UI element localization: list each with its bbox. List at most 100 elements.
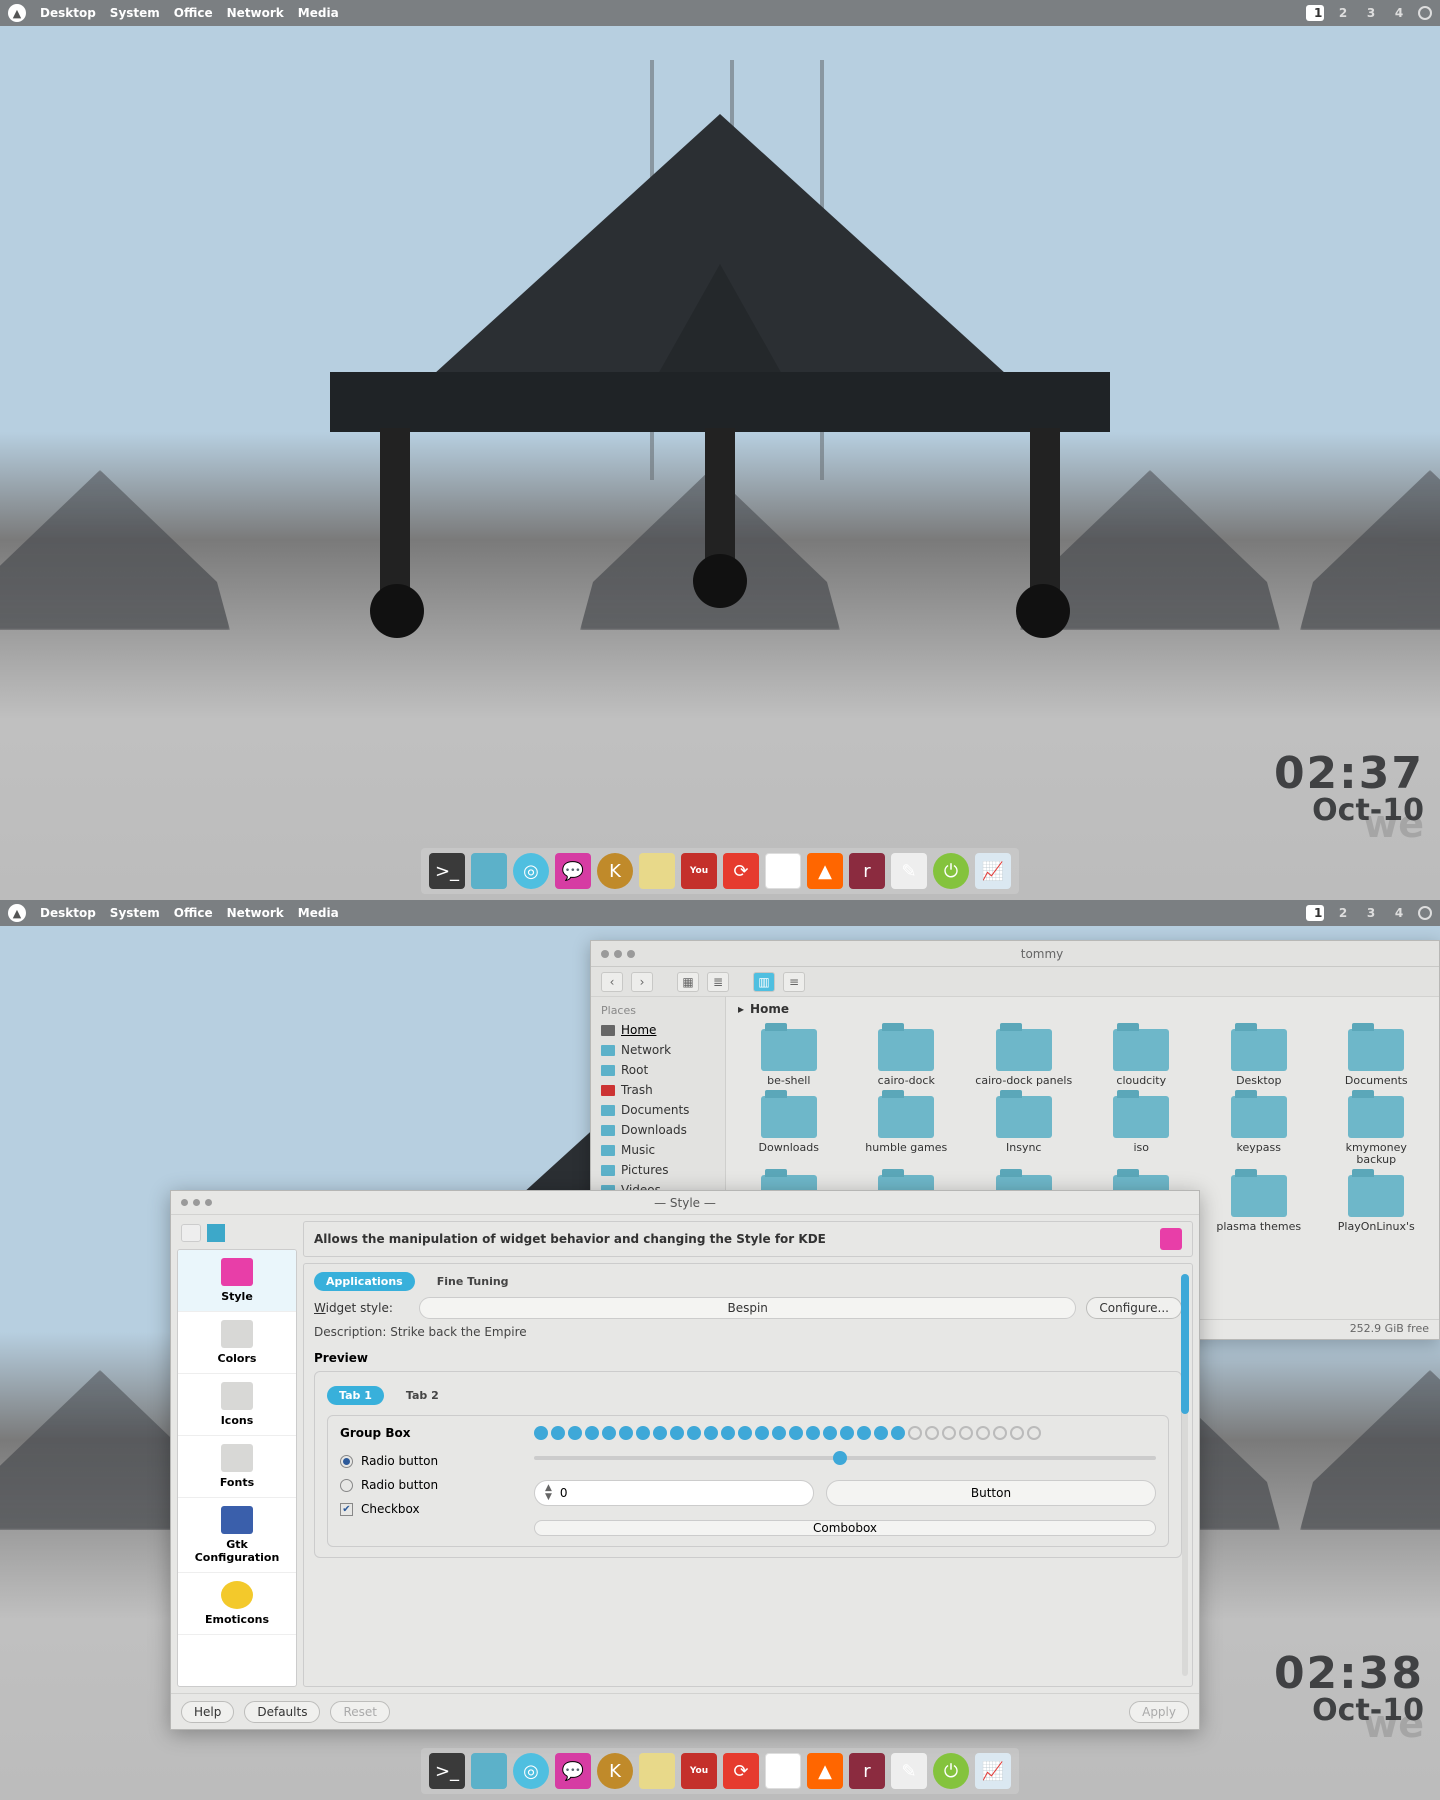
nav-back-button[interactable]: ‹ bbox=[601, 972, 623, 992]
place-root[interactable]: Root bbox=[591, 1060, 725, 1080]
dock-dolphin-icon[interactable] bbox=[471, 1753, 507, 1789]
window-titlebar[interactable]: tommy bbox=[591, 941, 1439, 967]
menu-office[interactable]: Office bbox=[174, 6, 213, 20]
menu-network[interactable]: Network bbox=[227, 906, 284, 920]
dock-messenger-icon[interactable]: 💬 bbox=[555, 1753, 591, 1789]
preview-combobox[interactable]: Combobox bbox=[534, 1520, 1156, 1536]
nav-back-button[interactable] bbox=[181, 1224, 201, 1242]
dock-vlc-icon[interactable]: ▲ bbox=[807, 853, 843, 889]
dock-power-icon[interactable]: ⏻ bbox=[933, 1753, 969, 1789]
folder-item[interactable]: keypass bbox=[1202, 1096, 1316, 1167]
dock-terminal-icon[interactable]: >_ bbox=[429, 853, 465, 889]
widget-style-select[interactable]: Bespin bbox=[419, 1297, 1076, 1319]
dock-coin-icon[interactable]: K bbox=[597, 853, 633, 889]
tab-applications[interactable]: Applications bbox=[314, 1272, 415, 1291]
folder-item[interactable]: kmymoney backup bbox=[1320, 1096, 1434, 1167]
configure-button[interactable]: Configure... bbox=[1086, 1297, 1182, 1319]
menu-office[interactable]: Office bbox=[174, 906, 213, 920]
window-titlebar[interactable]: — Style — bbox=[171, 1191, 1199, 1215]
workspace-3[interactable]: 3 bbox=[1362, 906, 1380, 920]
nav-emoticons[interactable]: Emoticons bbox=[178, 1573, 296, 1635]
place-documents[interactable]: Documents bbox=[591, 1100, 725, 1120]
folder-item[interactable]: Downloads bbox=[732, 1096, 846, 1167]
workspace-3[interactable]: 3 bbox=[1362, 6, 1380, 20]
place-pictures[interactable]: Pictures bbox=[591, 1160, 725, 1180]
folder-item[interactable]: Desktop bbox=[1202, 1029, 1316, 1088]
preview-tab-2[interactable]: Tab 2 bbox=[394, 1386, 451, 1405]
folder-item[interactable]: be-shell bbox=[732, 1029, 846, 1088]
dock-power-icon[interactable]: ⏻ bbox=[933, 853, 969, 889]
checkbox[interactable]: ✔Checkbox bbox=[340, 1502, 520, 1516]
nav-icons[interactable]: Icons bbox=[178, 1374, 296, 1436]
dock-google-icon[interactable]: G bbox=[765, 1753, 801, 1789]
place-trash[interactable]: Trash bbox=[591, 1080, 725, 1100]
folder-item[interactable]: plasma themes bbox=[1202, 1175, 1316, 1234]
scrollbar-thumb[interactable] bbox=[1181, 1274, 1189, 1414]
dock-notes-icon[interactable] bbox=[639, 853, 675, 889]
workspace-2[interactable]: 2 bbox=[1334, 6, 1352, 20]
view-detail-button[interactable]: ≡ bbox=[783, 972, 805, 992]
breadcrumb[interactable]: ▸ Home bbox=[726, 997, 1439, 1021]
nav-colors[interactable]: Colors bbox=[178, 1312, 296, 1374]
arch-logo-icon[interactable]: ▲ bbox=[8, 4, 26, 22]
workspace-1[interactable]: 1 bbox=[1306, 5, 1324, 21]
folder-item[interactable]: humble games bbox=[850, 1096, 964, 1167]
workspace-overview-icon[interactable] bbox=[1418, 906, 1432, 920]
settings-home-icon[interactable] bbox=[207, 1224, 225, 1242]
dock-google-icon[interactable]: G bbox=[765, 853, 801, 889]
dock-messenger-icon[interactable]: 💬 bbox=[555, 853, 591, 889]
folder-item[interactable]: iso bbox=[1085, 1096, 1199, 1167]
dock-chromium-icon[interactable]: ◎ bbox=[513, 853, 549, 889]
place-music[interactable]: Music bbox=[591, 1140, 725, 1160]
workspace-4[interactable]: 4 bbox=[1390, 906, 1408, 920]
workspace-4[interactable]: 4 bbox=[1390, 6, 1408, 20]
menu-media[interactable]: Media bbox=[298, 906, 339, 920]
folder-item[interactable]: PlayOnLinux's bbox=[1320, 1175, 1434, 1234]
dock-terminal-icon[interactable]: >_ bbox=[429, 1753, 465, 1789]
dock-monitor-icon[interactable]: 📈 bbox=[975, 853, 1011, 889]
nav-style[interactable]: Style bbox=[178, 1250, 296, 1312]
defaults-button[interactable]: Defaults bbox=[244, 1701, 320, 1723]
menu-system[interactable]: System bbox=[110, 906, 160, 920]
nav-gtk-configuration[interactable]: Gtk Configuration bbox=[178, 1498, 296, 1573]
folder-item[interactable]: Documents bbox=[1320, 1029, 1434, 1088]
dock-monitor-icon[interactable]: 📈 bbox=[975, 1753, 1011, 1789]
workspace-1[interactable]: 1 bbox=[1306, 905, 1324, 921]
spinbox[interactable]: ▲▼ 0 bbox=[534, 1480, 814, 1506]
dock-coin-icon[interactable]: K bbox=[597, 1753, 633, 1789]
arch-logo-icon[interactable]: ▲ bbox=[8, 904, 26, 922]
folder-item[interactable]: cairo-dock panels bbox=[967, 1029, 1081, 1088]
dock-youtube-icon[interactable]: You bbox=[681, 1753, 717, 1789]
dock-chromium-icon[interactable]: ◎ bbox=[513, 1753, 549, 1789]
preview-tab-1[interactable]: Tab 1 bbox=[327, 1386, 384, 1405]
nav-fonts[interactable]: Fonts bbox=[178, 1436, 296, 1498]
dock-wine-icon[interactable]: r bbox=[849, 1753, 885, 1789]
menu-network[interactable]: Network bbox=[227, 6, 284, 20]
folder-item[interactable]: cloudcity bbox=[1085, 1029, 1199, 1088]
nav-forward-button[interactable]: › bbox=[631, 972, 653, 992]
menu-desktop[interactable]: Desktop bbox=[40, 6, 96, 20]
view-icons-button[interactable]: ▦ bbox=[677, 972, 699, 992]
tab-fine-tuning[interactable]: Fine Tuning bbox=[425, 1272, 521, 1291]
dock-color-picker-icon[interactable]: ✎ bbox=[891, 853, 927, 889]
window-controls[interactable] bbox=[181, 1199, 212, 1206]
view-list-button[interactable]: ≣ bbox=[707, 972, 729, 992]
folder-item[interactable]: Insync bbox=[967, 1096, 1081, 1167]
menu-system[interactable]: System bbox=[110, 6, 160, 20]
place-network[interactable]: Network bbox=[591, 1040, 725, 1060]
folder-item[interactable]: cairo-dock bbox=[850, 1029, 964, 1088]
place-downloads[interactable]: Downloads bbox=[591, 1120, 725, 1140]
radio-button-2[interactable]: Radio button bbox=[340, 1478, 520, 1492]
menu-desktop[interactable]: Desktop bbox=[40, 906, 96, 920]
menu-media[interactable]: Media bbox=[298, 6, 339, 20]
place-home[interactable]: Home bbox=[591, 1020, 725, 1040]
workspace-2[interactable]: 2 bbox=[1334, 906, 1352, 920]
slider[interactable] bbox=[534, 1456, 1156, 1460]
preview-button[interactable]: Button bbox=[826, 1480, 1156, 1506]
window-controls[interactable] bbox=[591, 950, 645, 958]
help-button[interactable]: Help bbox=[181, 1701, 234, 1723]
dock-notes-icon[interactable] bbox=[639, 1753, 675, 1789]
view-columns-button[interactable]: ▥ bbox=[753, 972, 775, 992]
dock-wine-icon[interactable]: r bbox=[849, 853, 885, 889]
slider-handle[interactable] bbox=[833, 1451, 847, 1465]
